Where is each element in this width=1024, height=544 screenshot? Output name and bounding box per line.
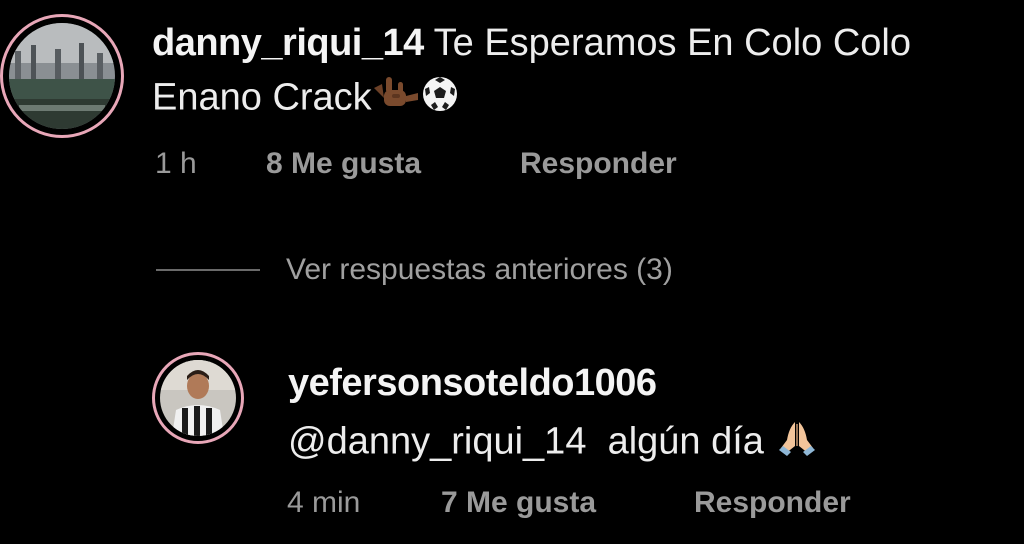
reply-time: 4 min [287,486,361,519]
comment-text-continued: Enano Crack [152,76,372,119]
reply-comment-yeferson: yefersonsoteldo1006 @danny_riqui_14 algú… [0,340,1024,544]
comment-username[interactable]: danny_riqui_14 [152,22,424,64]
avatar[interactable] [0,14,124,138]
soccer-ball-icon [420,74,460,125]
reply-reply-button[interactable]: Responder [694,485,851,521]
comment-line-1: danny_riqui_14 Te Esperamos En Colo Colo [152,20,911,66]
sign-of-horns-icon [372,74,420,125]
reply-username[interactable]: yefersonsoteldo1006 [288,362,657,404]
mention-link[interactable]: @danny_riqui_14 [288,421,586,463]
view-previous-replies[interactable]: Ver respuestas anteriores (3) [156,250,673,290]
likes-label: 8 Me gusta [266,147,422,180]
reply-likes-label: 7 Me gusta [441,486,597,519]
reply-line-2: @danny_riqui_14 algún día [288,418,819,469]
avatar-photo-player [160,360,236,436]
folded-hands-icon [775,418,819,469]
comment-text: Te Esperamos En Colo Colo [433,22,911,64]
view-previous-replies-label: Ver respuestas anteriores (3) [286,253,673,286]
reply-line-1: yefersonsoteldo1006 [288,360,657,406]
reply-reply-label: Responder [694,486,851,519]
comment-danny-riqui: danny_riqui_14 Te Esperamos En Colo Colo… [0,0,1024,200]
reply-label: Responder [520,147,677,180]
comment-line-2: Enano Crack [152,74,460,125]
replies-divider [156,269,260,271]
reply-text: algún día [607,420,764,463]
reply-likes-count[interactable]: 7 Me gusta [441,485,596,521]
reply-button[interactable]: Responder [520,146,677,182]
comment-time: 1 h [155,147,197,180]
avatar[interactable] [152,352,244,444]
avatar-photo-stadium [9,23,115,129]
likes-count[interactable]: 8 Me gusta [266,146,421,182]
